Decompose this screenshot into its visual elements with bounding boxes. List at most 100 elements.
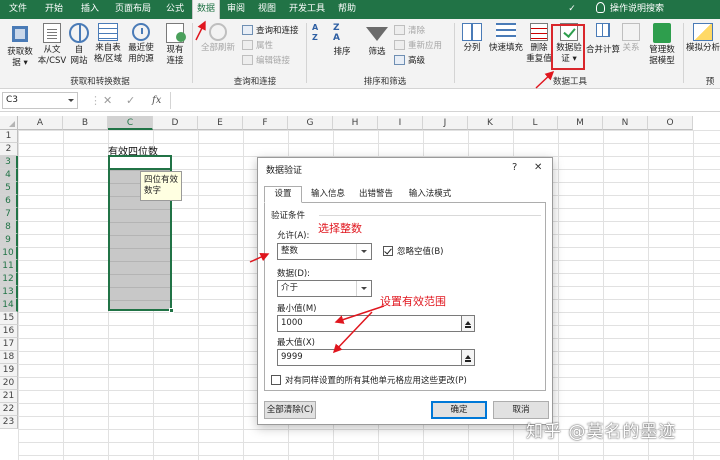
column-header-i[interactable]: I <box>378 116 423 130</box>
tab-ime-mode[interactable]: 输入法模式 <box>402 186 458 203</box>
row-header-19[interactable]: 19 <box>0 364 18 377</box>
tab-file[interactable]: 文件 <box>0 0 36 19</box>
row-header-11[interactable]: 11 <box>0 260 18 273</box>
clear-all-button[interactable]: 全部清除(C) <box>264 401 316 419</box>
row-header-13[interactable]: 13 <box>0 286 18 299</box>
row-header-18[interactable]: 18 <box>0 351 18 364</box>
sort-button[interactable]: 排序 <box>330 23 354 58</box>
clear-filter-button[interactable]: 清除 <box>394 25 425 37</box>
tab-page-layout[interactable]: 页面布局 <box>108 0 158 19</box>
remove-duplicates-button[interactable]: 删除 重复值 <box>526 23 552 65</box>
row-header-10[interactable]: 10 <box>0 247 18 260</box>
reapply-button[interactable]: 重新应用 <box>394 40 442 52</box>
existing-connections-button[interactable]: 现有 连接 <box>162 23 188 67</box>
tab-formulas[interactable]: 公式 <box>158 0 192 19</box>
row-header-1[interactable]: 1 <box>0 130 18 143</box>
column-header-n[interactable]: N <box>603 116 648 130</box>
column-header-f[interactable]: F <box>243 116 288 130</box>
row-header-15[interactable]: 15 <box>0 312 18 325</box>
row-header-4[interactable]: 4 <box>0 169 18 182</box>
column-header-g[interactable]: G <box>288 116 333 130</box>
row-header-5[interactable]: 5 <box>0 182 18 195</box>
column-header-b[interactable]: B <box>63 116 108 130</box>
allow-select[interactable]: 整数 <box>277 243 372 260</box>
row-header-6[interactable]: 6 <box>0 195 18 208</box>
consolidate-icon-wrap[interactable] <box>586 23 620 39</box>
data-operator-select[interactable]: 介于 <box>277 280 372 297</box>
tab-check-icon[interactable]: ✓ <box>562 0 582 19</box>
row-header-21[interactable]: 21 <box>0 390 18 403</box>
column-header-m[interactable]: M <box>558 116 603 130</box>
minimum-input[interactable]: 1000 <box>277 315 469 332</box>
row-header-22[interactable]: 22 <box>0 403 18 416</box>
from-csv-button[interactable]: 从文 本/CSV <box>37 23 67 67</box>
row-header-16[interactable]: 16 <box>0 325 18 338</box>
help-icon[interactable]: ? <box>512 160 517 176</box>
name-box[interactable]: C3 <box>2 92 78 109</box>
recent-sources-button[interactable]: 最近使 用的源 <box>125 23 157 65</box>
active-cell-c3[interactable] <box>108 155 172 170</box>
minimum-collapse-icon[interactable] <box>461 315 475 332</box>
what-if-analysis-button[interactable]: 模拟分析 <box>686 23 720 54</box>
column-header-l[interactable]: L <box>513 116 558 130</box>
row-header-9[interactable]: 9 <box>0 234 18 247</box>
fill-handle[interactable] <box>169 308 174 313</box>
row-header-7[interactable]: 7 <box>0 208 18 221</box>
row-header-17[interactable]: 17 <box>0 338 18 351</box>
maximum-input[interactable]: 9999 <box>277 349 469 366</box>
filter-button[interactable]: 筛选 <box>364 23 390 58</box>
advanced-filter-button[interactable]: 高级 <box>394 55 425 67</box>
refresh-all-button[interactable]: 全部刷新 <box>198 23 238 54</box>
column-header-d[interactable]: D <box>153 116 198 130</box>
flash-fill-button[interactable]: 快速填充 <box>486 23 526 54</box>
cancel-entry-icon[interactable]: ✕ <box>103 92 112 109</box>
tab-data[interactable]: 数据 <box>192 0 220 19</box>
select-all-corner[interactable] <box>0 116 18 130</box>
confirm-entry-icon[interactable]: ✓ <box>126 92 135 109</box>
apply-to-all-checkbox[interactable] <box>271 375 281 385</box>
tab-help[interactable]: 帮助 <box>332 0 362 19</box>
column-header-e[interactable]: E <box>198 116 243 130</box>
insert-function-icon[interactable]: fx <box>152 92 161 109</box>
from-table-button[interactable]: 来自表 格/区域 <box>92 23 124 65</box>
tab-input-message[interactable]: 输入信息 <box>306 186 350 203</box>
row-header-12[interactable]: 12 <box>0 273 18 286</box>
tell-me-search[interactable]: 操作说明搜索 <box>596 0 664 19</box>
column-header-o[interactable]: O <box>648 116 693 130</box>
row-header-14[interactable]: 14 <box>0 299 18 312</box>
column-header-k[interactable]: K <box>468 116 513 130</box>
row-header-2[interactable]: 2 <box>0 143 18 156</box>
ok-button[interactable]: 确定 <box>431 401 487 419</box>
tab-error-alert[interactable]: 出错警告 <box>352 186 400 203</box>
tab-home[interactable]: 开始 <box>36 0 72 19</box>
manage-data-model-button[interactable]: 管理数 据模型 <box>645 23 679 67</box>
sort-az-button[interactable] <box>310 22 328 45</box>
maximum-collapse-icon[interactable] <box>461 349 475 366</box>
column-header-h[interactable]: H <box>333 116 378 130</box>
row-header-20[interactable]: 20 <box>0 377 18 390</box>
tab-settings[interactable]: 设置 <box>264 186 302 203</box>
tab-view[interactable]: 视图 <box>252 0 282 19</box>
ignore-blank-checkbox[interactable] <box>383 246 393 256</box>
relationships-button[interactable]: 关系 <box>621 23 641 54</box>
row-header-23[interactable]: 23 <box>0 416 18 429</box>
row-header-8[interactable]: 8 <box>0 221 18 234</box>
column-header-j[interactable]: J <box>423 116 468 130</box>
close-icon[interactable]: ✕ <box>534 160 542 176</box>
row-header-3[interactable]: 3 <box>0 156 18 169</box>
queries-connections-button[interactable]: 查询和连接 <box>242 25 299 37</box>
tab-insert[interactable]: 插入 <box>72 0 108 19</box>
group-separator <box>306 23 307 83</box>
ribbon: 获取数 据 ▾ 从文 本/CSV 自 网站 来自表 格/区域 最近使 用的源 现… <box>0 19 720 89</box>
consolidate-button[interactable]: 合并计算 <box>586 45 620 56</box>
get-data-button[interactable]: 获取数 据 ▾ <box>3 23 37 69</box>
tab-review[interactable]: 审阅 <box>220 0 252 19</box>
from-web-button[interactable]: 自 网站 <box>68 23 90 67</box>
formula-input[interactable] <box>170 92 718 109</box>
edit-links-button[interactable]: 编辑链接 <box>242 55 290 67</box>
text-to-columns-button[interactable]: 分列 <box>460 23 484 54</box>
properties-button[interactable]: 属性 <box>242 40 273 52</box>
tab-developer[interactable]: 开发工具 <box>282 0 332 19</box>
column-header-a[interactable]: A <box>18 116 63 130</box>
column-header-c[interactable]: C <box>108 116 153 130</box>
